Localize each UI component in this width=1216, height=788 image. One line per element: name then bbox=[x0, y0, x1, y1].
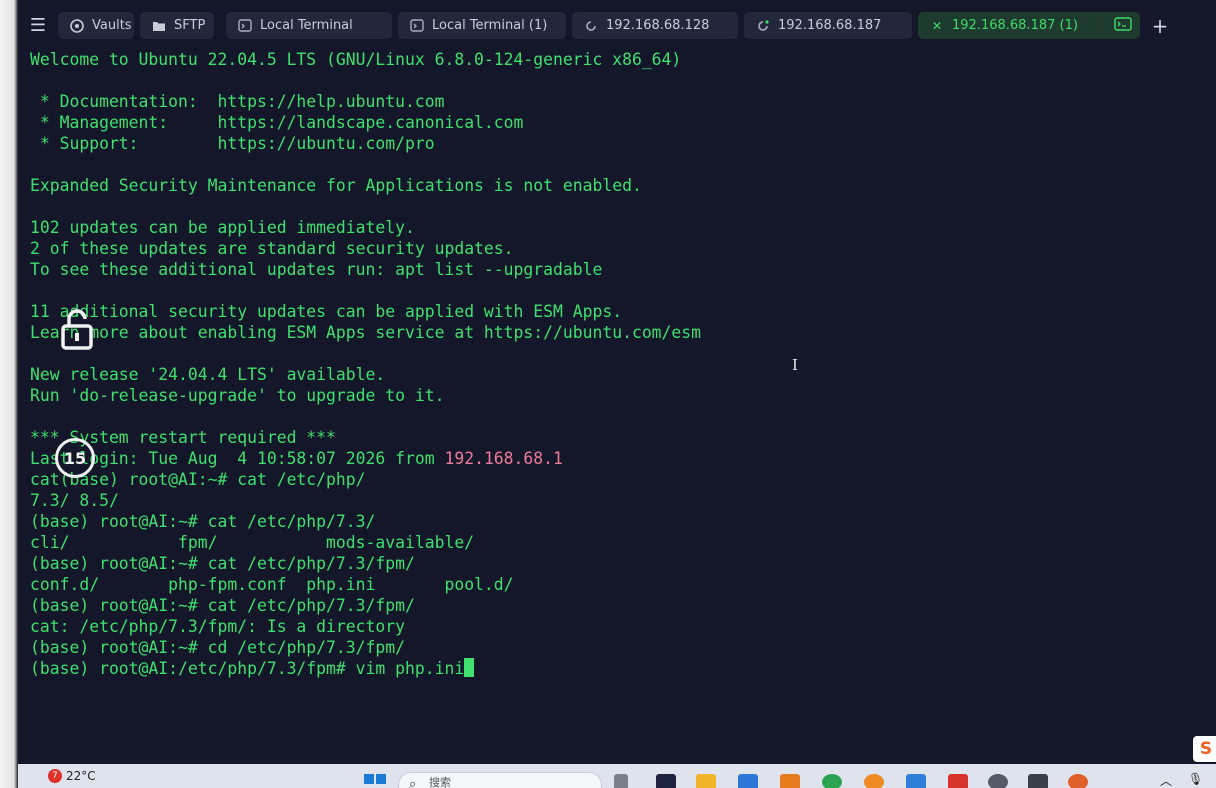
side-app-badge[interactable]: S bbox=[1193, 736, 1216, 762]
taskbar-app-icon[interactable] bbox=[988, 774, 1008, 788]
terminal-line: 11 additional security updates can be ap… bbox=[30, 302, 623, 321]
weather-temperature: 22°C bbox=[66, 769, 96, 783]
terminal-line: Expanded Security Maintenance for Applic… bbox=[30, 176, 642, 195]
replay-timer-icon[interactable]: 15 bbox=[55, 438, 95, 478]
typora-icon[interactable] bbox=[1028, 774, 1048, 788]
tab-label: 192.168.68.128 bbox=[606, 18, 710, 33]
weather-alert-badge: 7 bbox=[48, 769, 62, 783]
taskbar-search-box[interactable]: ⌕ 搜索 bbox=[398, 772, 602, 788]
search-placeholder: 搜索 bbox=[429, 776, 451, 788]
new-tab-plus-icon[interactable]: + bbox=[1150, 12, 1170, 39]
taskbar-app-icon[interactable] bbox=[864, 774, 884, 788]
tab-label: Local Terminal (1) bbox=[432, 18, 548, 33]
terminal-line: Learn more about enabling ESM Apps servi… bbox=[30, 323, 702, 342]
taskbar-app-icon[interactable] bbox=[656, 774, 676, 788]
terminal-line: (base) root@AI:~# cat /etc/php/7.3/fpm/ bbox=[30, 596, 415, 615]
terminal-line: cli/ fpm/ mods-available/ bbox=[30, 533, 475, 552]
firefox-icon[interactable] bbox=[1068, 774, 1088, 788]
last-login-line: Last login: Tue Aug 4 10:58:07 2026 from… bbox=[30, 448, 1200, 469]
tab-sftp[interactable]: SFTP bbox=[140, 12, 214, 39]
terminal-line: cat(base) root@AI:~# cat /etc/php/ bbox=[30, 470, 366, 489]
terminal-line: (base) root@AI:~# cd /etc/php/7.3/fpm/ bbox=[30, 638, 405, 657]
connecting-icon bbox=[582, 20, 600, 32]
chrome-icon[interactable] bbox=[822, 774, 842, 788]
tab-host-192-168-68-187-1[interactable]: ✕ 192.168.68.187 (1) bbox=[918, 12, 1140, 39]
terminal-icon bbox=[1114, 16, 1132, 35]
photos-icon[interactable] bbox=[738, 774, 758, 788]
tab-local-terminal[interactable]: Local Terminal bbox=[226, 12, 392, 39]
vscode-icon[interactable] bbox=[906, 774, 926, 788]
background-window-edge bbox=[0, 0, 18, 788]
tab-host-192-168-68-187[interactable]: 192.168.68.187 bbox=[744, 12, 912, 39]
terminal-line: cat: /etc/php/7.3/fpm/: Is a directory bbox=[30, 617, 405, 636]
vault-icon bbox=[68, 18, 86, 33]
taskbar-app-icon[interactable] bbox=[614, 774, 628, 788]
terminal-cursor bbox=[464, 658, 475, 677]
terminal-line: *** System restart required *** bbox=[30, 428, 336, 447]
weather-widget[interactable]: 7 22°C bbox=[48, 769, 96, 783]
tab-label: SFTP bbox=[174, 18, 206, 33]
terminal-line: Welcome to Ubuntu 22.04.5 LTS (GNU/Linux… bbox=[30, 50, 682, 69]
terminal-line: * Management: https://landscape.canonica… bbox=[30, 113, 524, 132]
tab-host-192-168-68-128[interactable]: 192.168.68.128 bbox=[572, 12, 738, 39]
hamburger-menu-icon[interactable]: ☰ bbox=[18, 0, 58, 50]
terminal-line: * Support: https://ubuntu.com/pro bbox=[30, 134, 435, 153]
current-prompt: (base) root@AI:/etc/php/7.3/fpm# vim php… bbox=[30, 659, 465, 678]
terminal-line: * Documentation: https://help.ubuntu.com bbox=[30, 92, 445, 111]
file-explorer-icon[interactable] bbox=[696, 774, 716, 788]
current-prompt-line[interactable]: (base) root@AI:/etc/php/7.3/fpm# vim php… bbox=[30, 658, 1200, 679]
tab-local-terminal-1[interactable]: Local Terminal (1) bbox=[398, 12, 566, 39]
terminal-output[interactable]: Welcome to Ubuntu 22.04.5 LTS (GNU/Linux… bbox=[30, 49, 1200, 739]
terminal-icon bbox=[408, 19, 426, 32]
terminal-line: 7.3/ 8.5/ bbox=[30, 491, 119, 510]
text-cursor-icon: I bbox=[792, 356, 798, 374]
terminal-line: To see these additional updates run: apt… bbox=[30, 260, 603, 279]
microphone-icon[interactable]: 🎙 bbox=[1188, 772, 1203, 786]
tab-label: 192.168.68.187 (1) bbox=[952, 18, 1078, 33]
terminal-line: 2 of these updates are standard security… bbox=[30, 239, 514, 258]
terminal-line: (base) root@AI:~# cat /etc/php/7.3/ bbox=[30, 512, 376, 531]
taskbar: 7 22°C ⌕ 搜索 ︿ 🎙 bbox=[18, 764, 1216, 788]
connecting-icon bbox=[754, 19, 772, 32]
taskbar-app-icon[interactable] bbox=[780, 774, 800, 788]
terminal-line: Run 'do-release-upgrade' to upgrade to i… bbox=[30, 386, 445, 405]
taskbar-app-icon[interactable] bbox=[948, 774, 968, 788]
tab-vaults[interactable]: Vaults bbox=[58, 12, 134, 39]
tab-label: Vaults bbox=[92, 18, 132, 33]
terminal-line: (base) root@AI:~# cat /etc/php/7.3/fpm/ bbox=[30, 554, 415, 573]
terminal-icon bbox=[236, 19, 254, 32]
unlock-icon[interactable] bbox=[60, 308, 94, 350]
search-icon: ⌕ bbox=[409, 777, 417, 788]
tab-label: 192.168.68.187 bbox=[778, 18, 882, 33]
terminal-line: 102 updates can be applied immediately. bbox=[30, 218, 415, 237]
folder-icon bbox=[150, 20, 168, 32]
terminal-line: conf.d/ php-fpm.conf php.ini pool.d/ bbox=[30, 575, 514, 594]
tab-label: Local Terminal bbox=[260, 18, 353, 33]
close-icon[interactable]: ✕ bbox=[928, 19, 946, 33]
tray-chevron-up-icon[interactable]: ︿ bbox=[1160, 772, 1172, 788]
last-login-ip: 192.168.68.1 bbox=[444, 449, 563, 468]
terminal-line: New release '24.04.4 LTS' available. bbox=[30, 365, 386, 384]
start-windows-icon[interactable] bbox=[364, 774, 386, 788]
